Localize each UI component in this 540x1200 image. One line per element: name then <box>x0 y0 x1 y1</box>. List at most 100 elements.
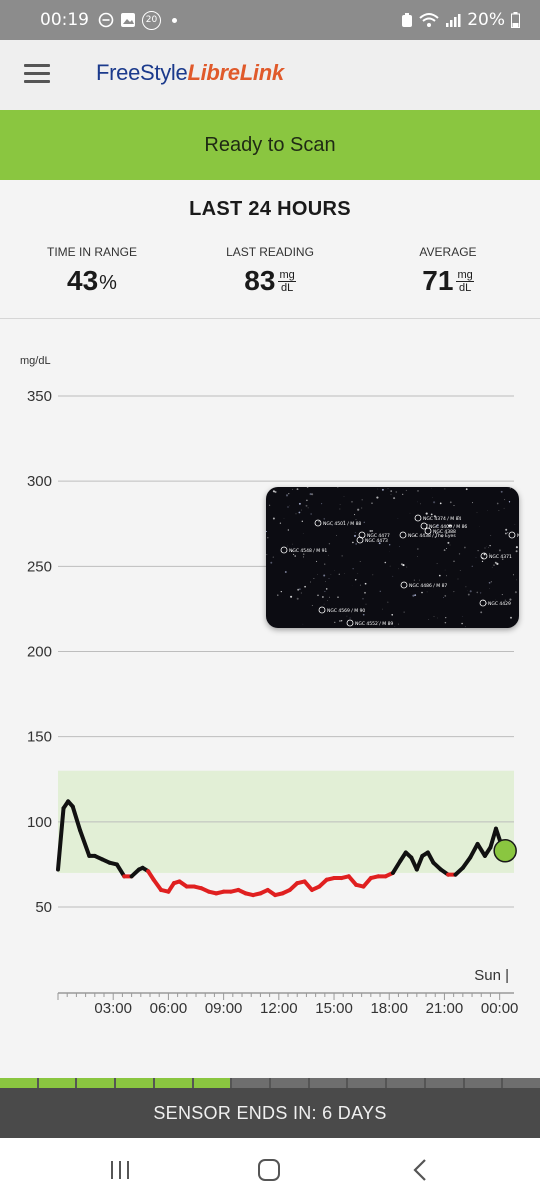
time-in-range-value: 43 <box>67 265 99 296</box>
star <box>338 573 340 575</box>
star <box>309 581 311 583</box>
star <box>496 502 499 505</box>
star <box>491 566 493 568</box>
star <box>493 564 495 566</box>
star <box>449 544 451 546</box>
x-tick-label: 06:00 <box>150 1000 188 1017</box>
star <box>445 548 447 550</box>
star <box>444 569 446 571</box>
star <box>397 518 399 519</box>
star <box>287 529 289 531</box>
back-icon[interactable] <box>400 1156 440 1184</box>
star <box>343 496 345 497</box>
divider <box>0 318 540 319</box>
galaxy-marker <box>400 581 408 589</box>
do-not-disturb-icon <box>98 12 114 28</box>
star <box>361 507 363 509</box>
star <box>292 543 293 545</box>
star <box>371 530 373 532</box>
home-icon[interactable] <box>249 1156 289 1184</box>
star <box>409 512 411 514</box>
sensor-status-bar[interactable]: SENSOR ENDS IN: 6 DAYS <box>0 1088 540 1138</box>
star <box>402 493 404 496</box>
galaxy-marker <box>356 536 364 544</box>
star <box>443 549 446 551</box>
star <box>376 496 379 499</box>
star <box>325 581 326 583</box>
battery-percent: 20% <box>467 10 505 30</box>
star <box>453 505 455 507</box>
progress-segment-remaining <box>387 1078 424 1088</box>
star <box>286 494 288 497</box>
status-bar: 00:19 20 20% <box>0 0 540 40</box>
x-tick-label: 03:00 <box>94 1000 132 1017</box>
star <box>355 543 357 545</box>
star <box>405 489 407 491</box>
star <box>489 552 491 554</box>
recents-icon[interactable] <box>100 1156 140 1184</box>
star <box>445 616 447 619</box>
galaxy-marker <box>414 514 422 522</box>
star <box>328 554 329 556</box>
star <box>387 487 389 489</box>
star <box>371 502 373 504</box>
star <box>399 546 400 547</box>
star <box>483 553 486 556</box>
star <box>313 578 315 579</box>
star <box>302 533 304 534</box>
star <box>389 544 391 546</box>
star <box>305 504 308 507</box>
star <box>505 532 507 535</box>
x-tick-label: 18:00 <box>370 1000 408 1017</box>
star <box>323 574 326 577</box>
last-reading-stat: LAST READING 83 mg dL <box>180 245 360 297</box>
star <box>392 575 394 577</box>
last-reading-unit: mg dL <box>278 269 296 294</box>
progress-segment-used <box>193 1078 231 1088</box>
progress-segment-remaining <box>503 1078 540 1088</box>
star <box>364 582 367 585</box>
glucose-chart[interactable]: mg/dL 350 300 250 200 150 100 50 03:00 06:00 09:00… <box>0 340 540 1030</box>
star <box>467 593 470 596</box>
ready-to-scan-button[interactable]: Ready to Scan <box>0 110 540 180</box>
average-unit: mg dL <box>456 269 474 294</box>
x-tick-label: 00:00 <box>481 1000 519 1017</box>
star <box>304 585 306 588</box>
star <box>372 574 374 576</box>
star <box>269 504 271 506</box>
star <box>417 548 419 550</box>
picture-overlay[interactable]: NGC 4501 / M 88 NGC 4374 / M 84 NGC 4406 /… <box>266 487 519 628</box>
galaxy-label: NGC 4548 / M 91 <box>289 548 327 554</box>
galaxy-marker <box>479 599 487 607</box>
galaxy-marker <box>420 522 428 530</box>
y-axis-label: mg/dL <box>20 355 51 367</box>
star <box>290 595 293 598</box>
brand-librelink: LibreLink <box>187 60 284 85</box>
current-reading-marker[interactable] <box>493 839 517 863</box>
star <box>354 514 356 516</box>
star <box>318 521 320 523</box>
galaxy-label: NGC 4374 / M 84 <box>423 516 461 522</box>
star <box>301 520 303 522</box>
star <box>461 622 463 625</box>
star <box>351 500 353 503</box>
star <box>382 608 383 610</box>
star <box>483 600 484 601</box>
star <box>284 571 287 573</box>
star <box>283 517 285 519</box>
star <box>439 502 442 505</box>
star <box>266 531 267 532</box>
star <box>503 507 505 509</box>
progress-segment-remaining <box>232 1078 270 1088</box>
x-tick-label: 15:00 <box>315 1000 353 1017</box>
star <box>384 561 387 564</box>
star <box>334 621 336 623</box>
hamburger-icon[interactable] <box>24 64 50 84</box>
star <box>311 604 313 606</box>
star <box>500 490 503 493</box>
star <box>433 616 435 617</box>
star <box>336 535 338 537</box>
star <box>389 565 391 567</box>
starfield-image: NGC 4501 / M 88NGC 4374 / M 84NGC 4406 /… <box>266 487 519 628</box>
galaxy-marker <box>280 546 288 554</box>
